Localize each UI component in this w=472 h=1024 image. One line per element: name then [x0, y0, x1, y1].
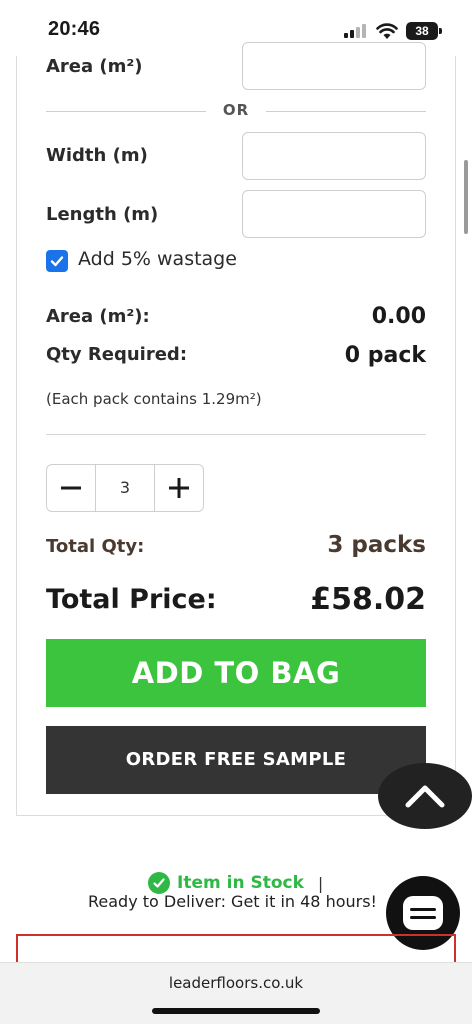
- plus-icon: [169, 478, 189, 498]
- pack-size-note: (Each pack contains 1.29m²): [46, 390, 262, 408]
- delivery-info: Ready to Deliver: Get it in 48 hours!: [88, 892, 377, 911]
- area-result-value: 0.00: [371, 304, 426, 329]
- page-scrollbar[interactable]: [464, 160, 468, 234]
- quantity-value[interactable]: 3: [95, 465, 155, 511]
- stock-status: Item in Stock |: [148, 872, 323, 894]
- check-circle-icon: [148, 872, 170, 894]
- area-input[interactable]: [242, 42, 426, 90]
- wastage-label[interactable]: Add 5% wastage: [78, 248, 237, 270]
- increment-button[interactable]: [155, 465, 203, 511]
- battery-indicator: 38: [406, 22, 438, 40]
- qty-required-value: 0 pack: [344, 343, 426, 368]
- area-input-label: Area (m²): [46, 56, 143, 77]
- total-qty-label: Total Qty:: [46, 536, 145, 557]
- status-time: 20:46: [48, 18, 101, 40]
- length-input[interactable]: [242, 190, 426, 238]
- wastage-checkbox[interactable]: [46, 250, 68, 272]
- quantity-stepper: 3: [46, 464, 204, 512]
- chevron-up-icon: [405, 785, 445, 808]
- section-divider: [46, 434, 426, 435]
- total-price-value: £58.02: [310, 582, 426, 617]
- stock-separator: |: [317, 873, 324, 893]
- checkmark-icon: [50, 256, 64, 267]
- minus-icon: [61, 486, 81, 490]
- stock-status-text: Item in Stock: [177, 873, 304, 893]
- chat-icon: [403, 896, 443, 930]
- length-label: Length (m): [46, 204, 159, 225]
- total-qty-value: 3 packs: [327, 532, 426, 558]
- or-divider-right: [266, 111, 426, 112]
- width-input[interactable]: [242, 132, 426, 180]
- scroll-to-top-button[interactable]: [378, 763, 472, 829]
- or-divider-left: [46, 111, 206, 112]
- cellular-signal-icon: [344, 24, 366, 38]
- or-separator: OR: [210, 101, 262, 119]
- order-free-sample-button[interactable]: ORDER FREE SAMPLE: [46, 726, 426, 794]
- add-to-bag-button[interactable]: ADD TO BAG: [46, 639, 426, 707]
- qty-required-label: Qty Required:: [46, 344, 188, 365]
- total-price-label: Total Price:: [46, 584, 217, 615]
- browser-address-bar[interactable]: [0, 962, 472, 1024]
- home-indicator[interactable]: [152, 1008, 320, 1014]
- area-result-label: Area (m²):: [46, 306, 150, 327]
- browser-url[interactable]: leaderfloors.co.uk: [0, 974, 472, 992]
- width-label: Width (m): [46, 145, 148, 166]
- decrement-button[interactable]: [47, 465, 95, 511]
- battery-cap: [439, 28, 442, 34]
- wifi-icon: [376, 23, 398, 39]
